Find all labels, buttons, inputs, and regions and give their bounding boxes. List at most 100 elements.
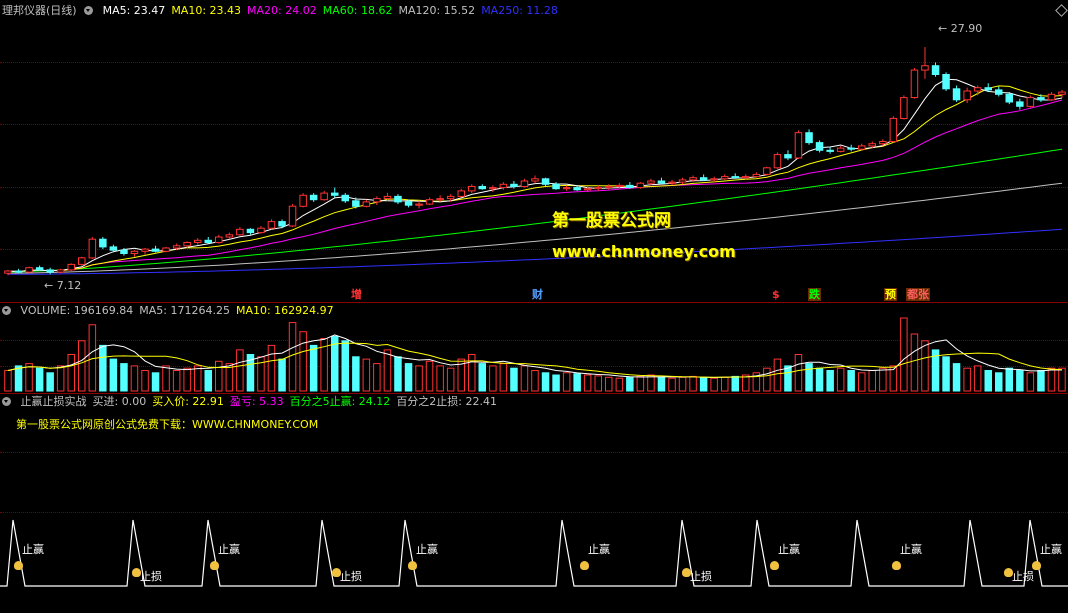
volume-bar — [657, 376, 666, 392]
pointing-hand-icon — [408, 561, 417, 570]
event-tag-finance[interactable]: 财 — [531, 288, 544, 301]
candle-body — [56, 269, 65, 273]
candle-body — [826, 149, 834, 152]
event-tag-limit[interactable]: 都张 — [906, 288, 930, 301]
candle-body — [868, 143, 876, 147]
volume-bar — [415, 365, 423, 392]
indicator-value: MA10: 23.43 — [171, 4, 242, 17]
candle-body — [1005, 93, 1013, 103]
candle-body — [172, 245, 181, 249]
volume-bar — [299, 331, 307, 392]
volume-bar — [636, 375, 645, 392]
volume-bar — [984, 370, 992, 392]
candle-body — [46, 269, 54, 273]
volume-bar — [710, 377, 718, 392]
volume-bar — [267, 344, 276, 392]
candle-body — [583, 188, 592, 191]
volume-bar — [805, 363, 813, 392]
volume-bar — [868, 370, 876, 392]
candle-body — [678, 179, 687, 183]
volume-bar — [910, 333, 919, 392]
candle-body — [689, 177, 697, 181]
event-tag-fall[interactable]: 跌 — [808, 288, 821, 301]
take-profit-label: 止赢 — [588, 543, 610, 556]
stock-title[interactable]: 理邦仪器(日线) — [2, 4, 77, 17]
volume-bar — [478, 363, 486, 392]
volume-bar — [573, 373, 581, 392]
volume-bar — [531, 370, 539, 392]
volume-bar — [489, 365, 497, 392]
low-price-label: ← 7.12 — [44, 279, 82, 292]
event-tag-forecast[interactable]: 预 — [884, 288, 897, 301]
event-tag-increase[interactable]: 增 — [350, 288, 363, 301]
indicator-value: 百分之5止赢: 24.12 — [289, 395, 391, 408]
candle-body — [130, 250, 139, 255]
volume-bar — [1005, 367, 1013, 392]
candle-body — [1047, 93, 1056, 101]
candle-body — [626, 184, 634, 189]
ma60-line — [7, 148, 1063, 273]
volume-bar — [858, 372, 866, 392]
volume-bar — [1037, 370, 1045, 392]
candle-body — [246, 228, 255, 234]
signal-dropdown-icon[interactable] — [2, 397, 11, 406]
candle-body — [436, 198, 444, 201]
promo-text[interactable]: 第一股票公式网原创公式免费下载：WWW.CHNMONEY.COM — [16, 416, 318, 432]
volume-bar — [552, 374, 560, 392]
candle-body — [520, 180, 529, 187]
candle-body — [668, 181, 676, 184]
candle-body — [78, 257, 86, 265]
candle-body — [183, 242, 191, 247]
candle-body — [225, 234, 234, 238]
candle-body — [963, 90, 971, 101]
volume-bar — [1058, 367, 1066, 392]
volume-bar — [183, 367, 191, 392]
candle-body — [257, 227, 265, 234]
ma-indicator-list: MA5: 23.47 MA10: 23.43 MA20: 24.02 MA60: 18… — [103, 4, 564, 17]
volume-bar — [172, 370, 181, 392]
take-profit-label: 止赢 — [1040, 543, 1062, 556]
pointing-hand-icon — [1004, 568, 1013, 577]
candle-body — [752, 173, 761, 178]
volume-bar — [879, 367, 887, 392]
candle-body — [1037, 97, 1045, 101]
volume-dropdown-icon[interactable] — [2, 306, 11, 315]
candle-body — [615, 184, 624, 187]
volume-bar — [942, 356, 950, 392]
indicator-value: MA5: 171264.25 — [139, 304, 230, 317]
candle-body — [995, 89, 1003, 95]
volume-bar — [499, 363, 508, 392]
volume-bar — [594, 375, 602, 392]
settings-dropdown-icon[interactable] — [84, 6, 94, 15]
candle-body — [278, 221, 286, 227]
candle-body — [742, 176, 750, 179]
volume-bar — [1026, 372, 1035, 392]
volume-bar — [721, 376, 729, 392]
volume-bar — [615, 377, 624, 392]
candle-body — [215, 236, 223, 243]
pointing-hand-icon — [580, 561, 589, 570]
candle-body — [731, 176, 739, 179]
candle-body — [4, 270, 12, 274]
take-profit-label: 止赢 — [416, 543, 438, 556]
volume-bar — [425, 360, 434, 392]
volume-bar — [689, 375, 697, 392]
stop-loss-label: 止损 — [140, 570, 162, 583]
candle-body — [457, 190, 465, 197]
candle-body — [1026, 97, 1035, 107]
candle-body — [636, 182, 645, 189]
candle-body — [309, 194, 318, 201]
volume-bar — [14, 365, 23, 392]
candle-body — [99, 238, 107, 248]
stop-loss-label: 止损 — [340, 570, 362, 583]
candle-body — [794, 132, 803, 159]
pointing-hand-icon — [332, 568, 341, 577]
volume-bar — [836, 367, 845, 392]
candle-body — [109, 246, 118, 251]
candle-body — [67, 263, 75, 271]
pointing-hand-icon — [770, 561, 779, 570]
volume-bar — [25, 363, 33, 392]
ma20-line — [7, 99, 1063, 273]
event-tag-dollar[interactable]: $ — [771, 288, 781, 301]
signal-panel-header: 止赢止损实战 买进: 0.00 买入价: 22.91 盈亏: 5.33 百分之5止赢: … — [2, 395, 509, 409]
